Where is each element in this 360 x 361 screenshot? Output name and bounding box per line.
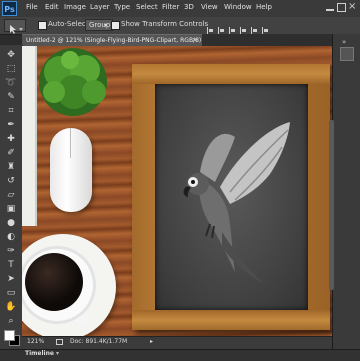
menu-select[interactable]: Select: [136, 3, 158, 11]
menu-view[interactable]: View: [201, 3, 218, 11]
foreground-color-swatch[interactable]: [4, 330, 15, 341]
clone-stamp-icon[interactable]: ♜: [5, 162, 17, 173]
path-select-icon[interactable]: ➤: [5, 274, 17, 285]
zoom-level[interactable]: 121%: [27, 338, 44, 345]
blur-icon[interactable]: ●: [5, 218, 17, 229]
status-menu-arrow-icon[interactable]: ▸: [150, 338, 153, 345]
auto-select-checkbox[interactable]: [38, 21, 47, 30]
show-transform-checkbox[interactable]: [111, 21, 120, 30]
plant-image: [39, 48, 107, 116]
mouse-divider: [70, 128, 71, 158]
brush-icon[interactable]: ✐: [5, 148, 17, 159]
eraser-icon[interactable]: ▱: [5, 190, 17, 201]
canvas[interactable]: [22, 46, 332, 336]
lasso-icon[interactable]: ➰: [5, 78, 17, 89]
type-icon[interactable]: T: [5, 260, 17, 271]
chevron-down-icon[interactable]: ▾: [56, 350, 59, 357]
photoshop-logo-icon: Ps: [2, 1, 17, 16]
zoom-icon[interactable]: ⌕: [5, 316, 17, 327]
frame-top: [132, 64, 330, 84]
vertical-scrollbar[interactable]: [329, 120, 334, 290]
dodge-icon[interactable]: ◐: [5, 232, 17, 243]
mouse-image: [50, 128, 92, 212]
frame-bottom: [132, 310, 330, 330]
document-tab[interactable]: Untitled-2 @ 121% (Single-Flying-Bird-PN…: [22, 34, 202, 46]
minimize-icon[interactable]: [326, 9, 334, 11]
menu-file[interactable]: File: [26, 3, 38, 11]
timeline-tab[interactable]: Timeline: [25, 350, 54, 357]
menu-image[interactable]: Image: [64, 3, 86, 11]
shape-icon[interactable]: ▭: [5, 288, 17, 299]
show-transform-label: Show Transform Controls: [121, 20, 209, 28]
tool-preset-picker[interactable]: [4, 19, 26, 34]
move-icon[interactable]: ✥: [5, 50, 17, 61]
crop-icon[interactable]: ⌗: [5, 106, 17, 117]
healing-icon[interactable]: ✚: [5, 134, 17, 145]
auto-select-dropdown[interactable]: Group: [85, 19, 113, 31]
menu-type[interactable]: Type: [114, 3, 130, 11]
right-panel-dock: [332, 34, 360, 350]
menu-filter[interactable]: Filter: [162, 3, 179, 11]
menu-3d[interactable]: 3D: [184, 3, 194, 11]
marquee-icon[interactable]: ⬚: [5, 64, 17, 75]
window-close-icon[interactable]: ×: [348, 1, 356, 12]
tab-close-icon[interactable]: ×: [192, 34, 198, 46]
parrot-layer[interactable]: [160, 112, 305, 287]
menu-layer[interactable]: Layer: [90, 3, 110, 11]
menu-help[interactable]: Help: [256, 3, 272, 11]
status-info-icon[interactable]: [56, 339, 63, 345]
panel-icon[interactable]: [340, 47, 354, 61]
status-bar: [22, 336, 332, 349]
coffee-image: [25, 253, 83, 311]
menu-window[interactable]: Window: [224, 3, 252, 11]
document-size: Doc: 891.4K/1.77M: [70, 338, 128, 345]
menu-edit[interactable]: Edit: [45, 3, 59, 11]
chevron-down-icon: ▾: [104, 22, 108, 29]
timeline-panel: [0, 349, 360, 361]
hand-icon[interactable]: ✋: [5, 302, 17, 313]
maximize-icon[interactable]: [337, 3, 346, 12]
gradient-icon[interactable]: ▣: [5, 204, 17, 215]
collapse-panels-icon[interactable]: »: [342, 38, 346, 46]
quick-select-icon[interactable]: ✎: [5, 92, 17, 103]
eyedropper-icon[interactable]: ✒: [5, 120, 17, 131]
history-brush-icon[interactable]: ↺: [5, 176, 17, 187]
pen-icon[interactable]: ✑: [5, 246, 17, 257]
